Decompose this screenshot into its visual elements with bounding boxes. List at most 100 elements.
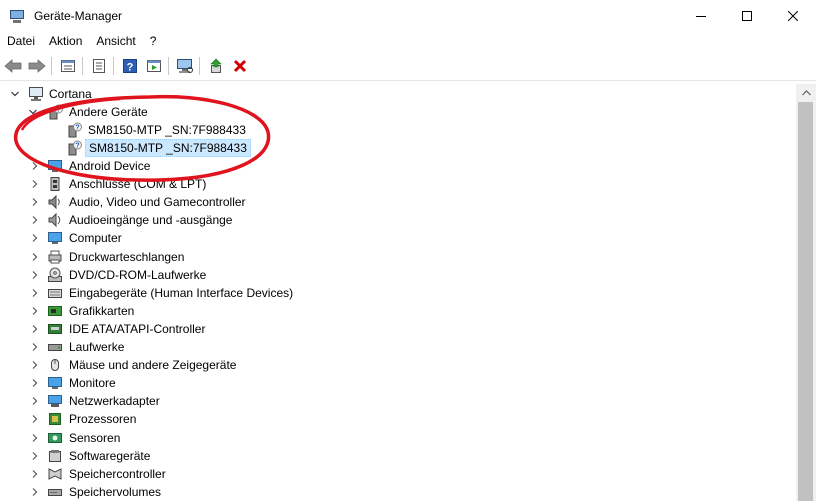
- menu-file[interactable]: Datei: [0, 31, 42, 52]
- display-adapter-icon: [47, 303, 63, 319]
- computer-icon: [29, 87, 43, 101]
- category-label: Speichervolumes: [69, 484, 162, 499]
- scroll-up-button[interactable]: [796, 84, 816, 101]
- device-tree[interactable]: Cortana ? Andere Geräte ? SM8150-MTP _SN…: [0, 84, 796, 501]
- chevron-right-icon[interactable]: [30, 233, 40, 243]
- forward-button[interactable]: [26, 55, 48, 77]
- vertical-scrollbar[interactable]: [796, 84, 816, 501]
- chevron-right-icon[interactable]: [30, 161, 40, 171]
- printer-icon: [47, 249, 63, 265]
- category-label: Prozessoren: [69, 412, 137, 427]
- chevron-right-icon[interactable]: [30, 215, 40, 225]
- android-device-icon: [47, 158, 63, 174]
- category-row[interactable]: Grafikkarten: [0, 302, 796, 320]
- storage-controller-icon: [47, 466, 63, 482]
- chevron-right-icon[interactable]: [30, 324, 40, 334]
- chevron-right-icon[interactable]: [30, 396, 40, 406]
- chevron-right-icon[interactable]: [30, 252, 40, 262]
- svg-text:?: ?: [127, 62, 134, 74]
- scan-hardware-button[interactable]: [174, 55, 196, 77]
- chevron-right-icon[interactable]: [30, 433, 40, 443]
- show-hidden-button[interactable]: [143, 55, 165, 77]
- help-button[interactable]: ?: [119, 55, 141, 77]
- chevron-down-icon[interactable]: [28, 107, 38, 117]
- close-button[interactable]: [770, 0, 816, 31]
- category-label: Anschlüsse (COM & LPT): [69, 177, 207, 192]
- category-row[interactable]: Eingabegeräte (Human Interface Devices): [0, 284, 796, 302]
- category-row[interactable]: Netzwerkadapter: [0, 392, 796, 410]
- category-row[interactable]: Computer: [0, 229, 796, 247]
- category-row[interactable]: Speichervolumes: [0, 483, 796, 501]
- category-row[interactable]: Android Device: [0, 157, 796, 175]
- dvd-drive-icon: [47, 267, 63, 283]
- tree-root[interactable]: Cortana: [0, 85, 796, 103]
- chevron-right-icon[interactable]: [30, 197, 40, 207]
- category-row[interactable]: DVD/CD-ROM-Laufwerke: [0, 266, 796, 284]
- uninstall-button[interactable]: [229, 55, 251, 77]
- svg-text:?: ?: [56, 107, 60, 114]
- category-other-devices[interactable]: ? Andere Geräte: [0, 103, 796, 121]
- keyboard-icon: [47, 285, 63, 301]
- chevron-down-icon[interactable]: [10, 89, 20, 99]
- category-row[interactable]: Audio, Video und Gamecontroller: [0, 193, 796, 211]
- category-row[interactable]: Laufwerke: [0, 338, 796, 356]
- window-title: Geräte-Manager: [34, 8, 123, 23]
- category-row[interactable]: Monitore: [0, 374, 796, 392]
- port-icon: [47, 176, 63, 192]
- menu-bar: Datei Aktion Ansicht ?: [0, 31, 816, 52]
- mouse-icon: [47, 357, 63, 373]
- menu-help[interactable]: ?: [143, 31, 164, 52]
- toolbar: ?: [0, 52, 816, 81]
- toolbar-separator: [51, 57, 52, 75]
- update-driver-button[interactable]: [205, 55, 227, 77]
- chevron-right-icon[interactable]: [30, 360, 40, 370]
- title-bar[interactable]: Geräte-Manager: [0, 0, 816, 31]
- properties-view-icon: [61, 60, 75, 72]
- maximize-button[interactable]: [724, 0, 770, 31]
- disk-drive-icon: [47, 339, 63, 355]
- menu-view[interactable]: Ansicht: [89, 31, 142, 52]
- chevron-right-icon[interactable]: [30, 306, 40, 316]
- category-row[interactable]: IDE ATA/ATAPI-Controller: [0, 320, 796, 338]
- category-row[interactable]: Softwaregeräte: [0, 447, 796, 465]
- unknown-device-icon: ?: [68, 140, 82, 156]
- toolbar-separator: [82, 57, 83, 75]
- svg-text:?: ?: [75, 143, 79, 150]
- details-button[interactable]: [88, 55, 110, 77]
- category-row[interactable]: Speichercontroller: [0, 465, 796, 483]
- category-row[interactable]: Druckwarteschlangen: [0, 248, 796, 266]
- chevron-right-icon[interactable]: [30, 288, 40, 298]
- chevron-right-icon[interactable]: [30, 179, 40, 189]
- storage-volume-icon: [47, 484, 63, 500]
- unknown-device-row[interactable]: ? SM8150-MTP _SN:7F988433: [0, 121, 796, 139]
- chevron-right-icon[interactable]: [30, 414, 40, 424]
- chevron-right-icon[interactable]: [30, 342, 40, 352]
- network-adapter-icon: [47, 393, 63, 409]
- category-label: Speichercontroller: [69, 466, 166, 481]
- maximize-icon: [742, 10, 752, 21]
- chevron-right-icon[interactable]: [30, 270, 40, 280]
- chevron-right-icon[interactable]: [30, 378, 40, 388]
- category-label: Mäuse und andere Zeigegeräte: [69, 358, 237, 373]
- scan-hardware-icon: [177, 59, 193, 73]
- chevron-right-icon[interactable]: [30, 469, 40, 479]
- unknown-device-row-selected[interactable]: ? SM8150-MTP _SN:7F988433: [0, 139, 796, 157]
- category-row[interactable]: Sensoren: [0, 429, 796, 447]
- category-label: Audioeingänge und -ausgänge: [69, 213, 233, 228]
- back-button[interactable]: [2, 55, 24, 77]
- chevron-right-icon[interactable]: [30, 487, 40, 497]
- category-row[interactable]: Mäuse und andere Zeigegeräte: [0, 356, 796, 374]
- category-row[interactable]: Anschlüsse (COM & LPT): [0, 175, 796, 193]
- minimize-button[interactable]: [678, 0, 724, 31]
- category-label: Monitore: [69, 376, 116, 391]
- menu-action[interactable]: Aktion: [42, 31, 89, 52]
- scroll-thumb[interactable]: [798, 102, 813, 501]
- category-row[interactable]: Prozessoren: [0, 410, 796, 428]
- help-icon: ?: [123, 59, 137, 74]
- category-row[interactable]: Audioeingänge und -ausgänge: [0, 211, 796, 229]
- category-label: Android Device: [69, 159, 151, 173]
- category-label: Netzwerkadapter: [69, 394, 160, 409]
- unknown-device-icon: ?: [68, 122, 82, 138]
- chevron-right-icon[interactable]: [30, 451, 40, 461]
- properties-view-button[interactable]: [57, 55, 79, 77]
